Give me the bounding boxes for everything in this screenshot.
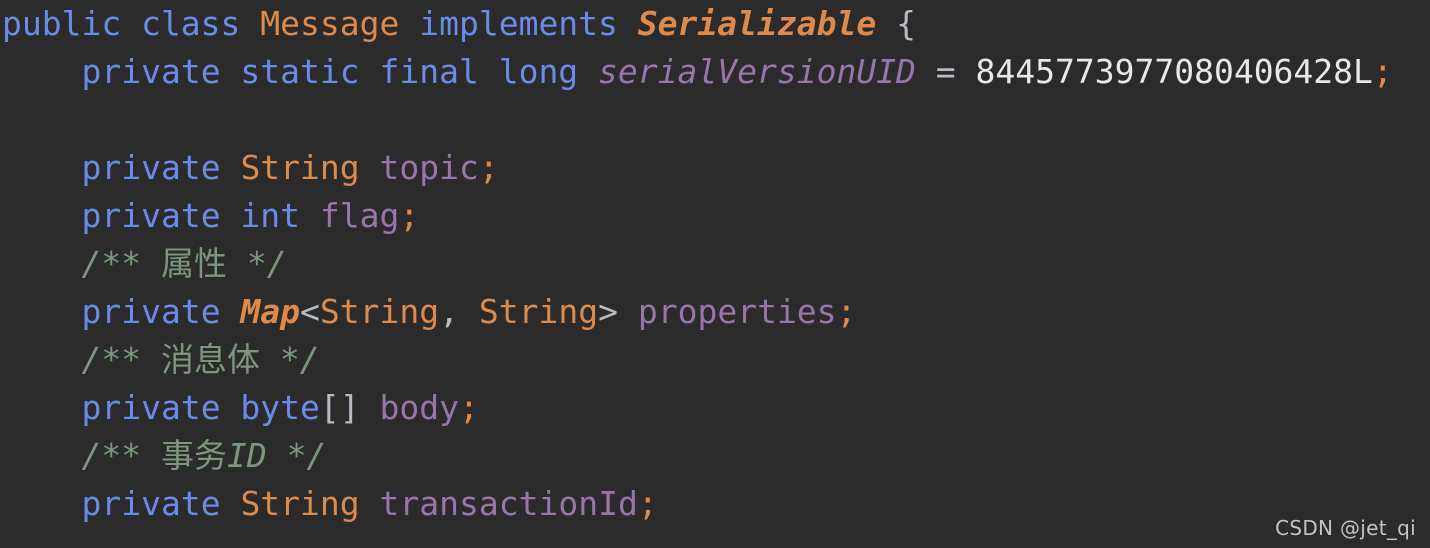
token-punct xyxy=(360,484,380,523)
token-number: 8445773977080406428L xyxy=(975,52,1373,91)
token-class: String xyxy=(478,292,599,331)
line-class-declaration[interactable]: public class Message implements Serializ… xyxy=(2,0,1430,48)
token-semi: ; xyxy=(637,484,658,523)
token-punct: { xyxy=(876,4,916,43)
token-semi: ; xyxy=(459,388,479,427)
line-blank-1[interactable] xyxy=(2,96,1430,144)
token-punct: , xyxy=(439,292,479,331)
code-screenshot: public class Message implements Serializ… xyxy=(0,0,1430,548)
token-comment: /** xyxy=(81,436,161,475)
token-keyword: public class xyxy=(2,4,261,43)
token-punct xyxy=(2,484,81,523)
token-keyword: private xyxy=(81,484,241,523)
line-field-properties[interactable]: private Map<String, String> properties; xyxy=(2,288,1430,336)
token-interface: Serializable xyxy=(637,4,877,43)
token-comment-cjk: 消息体 xyxy=(160,340,260,379)
token-punct xyxy=(2,244,81,283)
token-comment: */ xyxy=(226,244,287,283)
line-field-flag[interactable]: private int flag; xyxy=(2,192,1430,240)
token-comment: /** xyxy=(81,244,161,283)
token-keyword: private xyxy=(81,292,241,331)
token-semi: ; xyxy=(836,292,857,331)
token-punct: [] xyxy=(319,388,380,427)
token-punct xyxy=(360,148,380,187)
token-keyword: private byte xyxy=(81,388,320,427)
token-punct: < xyxy=(300,292,320,331)
token-interface: Map xyxy=(240,292,301,331)
token-punct xyxy=(399,4,419,43)
token-punct xyxy=(2,388,81,427)
token-comment: */ xyxy=(259,340,320,379)
token-semi: ; xyxy=(399,196,420,235)
token-semi: ; xyxy=(478,148,499,187)
token-punct xyxy=(2,436,81,475)
token-comment-cjk: 属性 xyxy=(160,244,227,283)
token-field: body xyxy=(379,388,459,427)
token-static: serialVersionUID xyxy=(598,52,916,91)
token-class: String xyxy=(240,484,360,523)
token-field: transactionId xyxy=(379,484,638,523)
token-class: Message xyxy=(260,4,400,43)
token-punct xyxy=(2,196,81,235)
token-semi: ; xyxy=(1372,52,1393,91)
token-keyword: private static final long xyxy=(81,52,599,91)
code-editor-content[interactable]: public class Message implements Serializ… xyxy=(2,0,1430,528)
token-comment-cjk: 事务 xyxy=(160,436,227,475)
line-comment-body[interactable]: /** 消息体 */ xyxy=(2,336,1430,384)
token-punct xyxy=(2,148,81,187)
token-field: topic xyxy=(379,148,479,187)
token-comment: */ xyxy=(266,436,327,475)
token-punct xyxy=(2,52,81,91)
token-keyword: private int xyxy=(81,196,320,235)
token-field: flag xyxy=(319,196,400,235)
line-comment-properties[interactable]: /** 属性 */ xyxy=(2,240,1430,288)
token-keyword: private xyxy=(81,148,241,187)
token-class: String xyxy=(240,148,360,187)
token-comment: /** xyxy=(81,340,161,379)
line-field-topic[interactable]: private String topic; xyxy=(2,144,1430,192)
token-punct: = xyxy=(915,52,976,91)
token-punct xyxy=(2,340,81,379)
token-keyword: implements xyxy=(419,4,638,43)
line-comment-transaction-id[interactable]: /** 事务ID */ xyxy=(2,432,1430,480)
token-field: properties xyxy=(637,292,837,331)
csdn-watermark: CSDN @jet_qi xyxy=(1275,516,1416,540)
line-field-body[interactable]: private byte[] body; xyxy=(2,384,1430,432)
token-punct: > xyxy=(598,292,638,331)
token-comment: ID xyxy=(226,436,267,475)
line-field-transaction-id[interactable]: private String transactionId; xyxy=(2,480,1430,528)
line-serial-version-uid[interactable]: private static final long serialVersionU… xyxy=(2,48,1430,96)
token-punct xyxy=(2,292,81,331)
token-class: String xyxy=(319,292,440,331)
